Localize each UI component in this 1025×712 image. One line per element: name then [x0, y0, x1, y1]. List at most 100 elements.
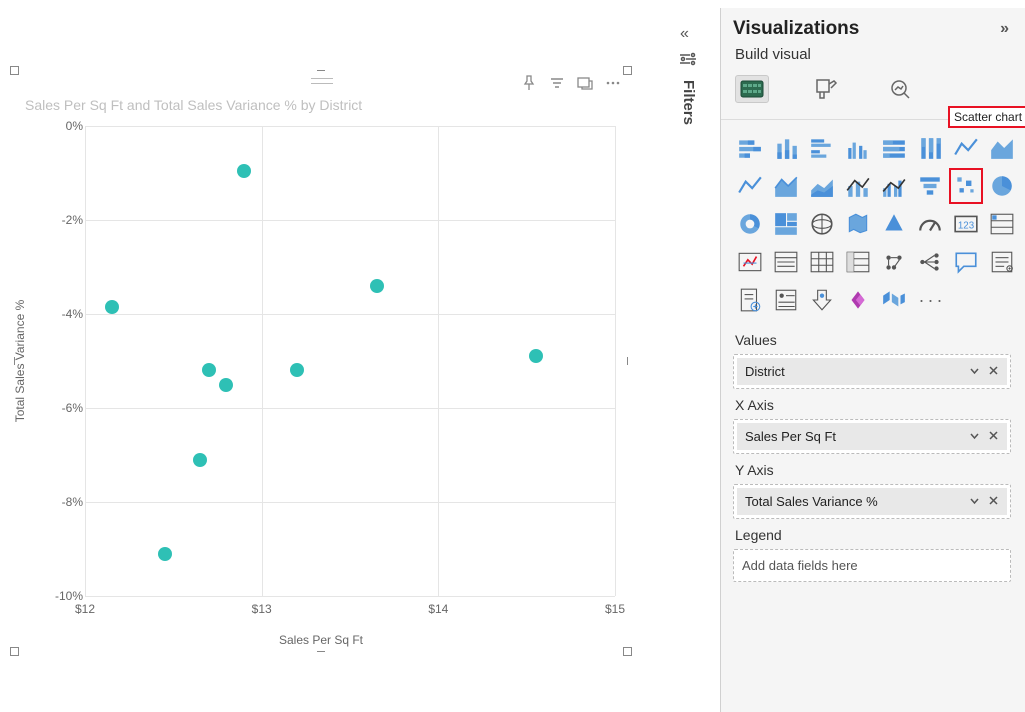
line-clustered-column-chart-icon[interactable]: [877, 168, 911, 204]
matrix-icon[interactable]: [841, 244, 875, 280]
format-visual-tab[interactable]: [809, 75, 843, 103]
smart-narrative-icon[interactable]: [985, 244, 1019, 280]
python-visual-icon[interactable]: [769, 282, 803, 318]
filters-pane-label[interactable]: Filters: [680, 80, 697, 125]
key-influencers-icon[interactable]: [805, 282, 839, 318]
donut-chart-icon[interactable]: [733, 206, 767, 242]
chevron-down-icon[interactable]: [969, 364, 980, 379]
power-apps-icon[interactable]: [841, 282, 875, 318]
drag-handle-icon[interactable]: [311, 78, 333, 84]
line-stacked-column-chart-icon[interactable]: [841, 168, 875, 204]
r-script-visual-icon[interactable]: [877, 244, 911, 280]
chart-title: Sales Per Sq Ft and Total Sales Variance…: [25, 97, 362, 113]
clustered-column-chart-icon[interactable]: [841, 130, 875, 166]
ribbon-chart-icon[interactable]: [877, 282, 911, 318]
collapse-pane-icon[interactable]: «: [680, 25, 689, 43]
y-axis-well-label: Y Axis: [735, 462, 1021, 478]
x-axis-well[interactable]: Sales Per Sq Ft: [733, 419, 1011, 454]
multi-row-card-icon[interactable]: [985, 206, 1019, 242]
build-visual-tab[interactable]: [735, 75, 769, 103]
100-stacked-column-chart-icon[interactable]: [913, 130, 947, 166]
kpi-icon[interactable]: [733, 244, 767, 280]
selection-handle[interactable]: [627, 357, 628, 365]
focus-mode-icon[interactable]: [577, 75, 593, 91]
y-tick-label: -2%: [45, 213, 83, 227]
build-visual-label: Build visual: [735, 46, 1021, 63]
values-well-label: Values: [735, 332, 1021, 348]
data-point[interactable]: [105, 300, 119, 314]
legend-well[interactable]: Add data fields here: [733, 549, 1011, 582]
tooltip-scatter-chart: Scatter chart: [948, 106, 1025, 128]
treemap-icon[interactable]: [769, 206, 803, 242]
x-axis-well-label: X Axis: [735, 397, 1021, 413]
filters-icon[interactable]: [680, 52, 696, 71]
stacked-column-chart-icon[interactable]: [769, 130, 803, 166]
line-chart-icon[interactable]: [949, 130, 983, 166]
field-pill-sales-per-sq-ft[interactable]: Sales Per Sq Ft: [737, 423, 1007, 450]
selection-handle[interactable]: [10, 647, 19, 656]
selection-handle[interactable]: [317, 651, 325, 652]
remove-field-icon[interactable]: [988, 494, 999, 509]
field-pill-total-sales-variance[interactable]: Total Sales Variance %: [737, 488, 1007, 515]
scatter-chart-icon[interactable]: [949, 168, 983, 204]
stacked-bar-chart-icon[interactable]: [733, 130, 767, 166]
y-tick-label: 0%: [45, 119, 83, 133]
100-stacked-bar-chart-icon[interactable]: [877, 130, 911, 166]
data-point[interactable]: [158, 547, 172, 561]
data-point[interactable]: [237, 164, 251, 178]
x-tick-label: $15: [605, 602, 625, 616]
y-axis-well[interactable]: Total Sales Variance %: [733, 484, 1011, 519]
funnel-chart-icon[interactable]: [913, 168, 947, 204]
more-options-icon[interactable]: [605, 75, 621, 91]
gauge-icon[interactable]: [913, 206, 947, 242]
slicer-icon[interactable]: [769, 244, 803, 280]
data-point[interactable]: [529, 349, 543, 363]
azure-map-icon[interactable]: [877, 206, 911, 242]
remove-field-icon[interactable]: [988, 364, 999, 379]
legend-well-label: Legend: [735, 527, 1021, 543]
more-visuals-icon[interactable]: ···: [913, 282, 947, 318]
x-axis-label: Sales Per Sq Ft: [15, 633, 627, 647]
field-pill-district[interactable]: District: [737, 358, 1007, 385]
data-point[interactable]: [370, 279, 384, 293]
selection-handle[interactable]: [623, 66, 632, 75]
visualizations-pane: Visualizations » Build visual: [720, 8, 1025, 712]
analytics-tab[interactable]: [883, 75, 917, 103]
field-pill-label: Sales Per Sq Ft: [745, 429, 836, 444]
y-tick-label: -4%: [45, 307, 83, 321]
clustered-bar-chart-icon[interactable]: [805, 130, 839, 166]
filled-map-icon[interactable]: [841, 206, 875, 242]
chevron-down-icon[interactable]: [969, 494, 980, 509]
area-chart-icon[interactable]: [985, 130, 1019, 166]
table-icon[interactable]: [805, 244, 839, 280]
expand-pane-icon[interactable]: »: [1000, 20, 1009, 38]
area-chart-icon[interactable]: [769, 168, 803, 204]
visualizations-title: Visualizations: [733, 18, 859, 40]
map-icon[interactable]: [805, 206, 839, 242]
qna-visual-icon[interactable]: [949, 244, 983, 280]
data-point[interactable]: [219, 378, 233, 392]
stacked-area-chart-icon[interactable]: [805, 168, 839, 204]
pie-chart-icon[interactable]: [985, 168, 1019, 204]
data-point[interactable]: [202, 363, 216, 377]
field-pill-label: District: [745, 364, 785, 379]
plot-area: [85, 126, 615, 596]
remove-field-icon[interactable]: [988, 429, 999, 444]
pin-icon[interactable]: [521, 75, 537, 91]
y-tick-label: -6%: [45, 401, 83, 415]
filter-icon[interactable]: [549, 75, 565, 91]
x-tick-label: $12: [75, 602, 95, 616]
data-point[interactable]: [290, 363, 304, 377]
chart-card[interactable]: Sales Per Sq Ft and Total Sales Variance…: [15, 71, 627, 651]
card-icon[interactable]: 123: [949, 206, 983, 242]
decomposition-tree-icon[interactable]: [913, 244, 947, 280]
ellipsis-icon[interactable]: ···: [915, 290, 946, 311]
selection-handle[interactable]: [623, 647, 632, 656]
line-chart-icon[interactable]: [733, 168, 767, 204]
selection-handle[interactable]: [10, 66, 19, 75]
chevron-down-icon[interactable]: [969, 429, 980, 444]
selection-handle[interactable]: [317, 70, 325, 71]
data-point[interactable]: [193, 453, 207, 467]
paginated-report-icon[interactable]: [733, 282, 767, 318]
values-well[interactable]: District: [733, 354, 1011, 389]
